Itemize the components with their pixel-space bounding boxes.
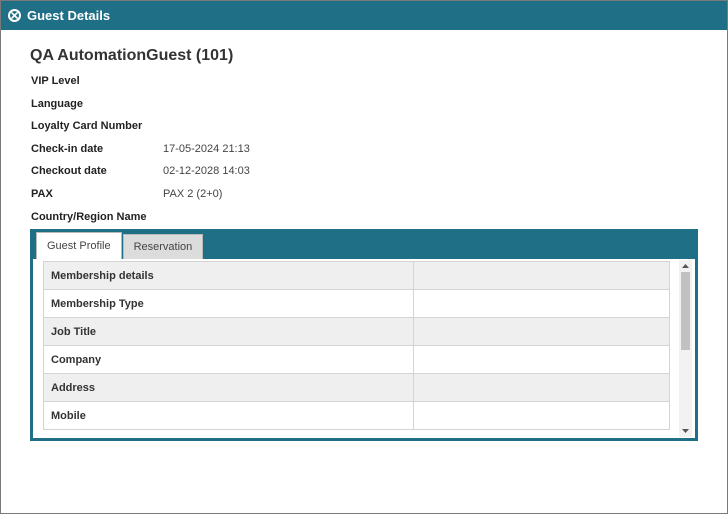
row-value: [413, 345, 670, 374]
detail-label: VIP Level: [31, 75, 80, 87]
tab-guest-profile[interactable]: Guest Profile: [36, 232, 122, 259]
detail-row-pax: PAX PAX 2 (2+0): [30, 183, 698, 206]
detail-label: Loyalty Card Number: [31, 120, 143, 133]
profile-table-scroll-area: Membership details Membership Type Job T…: [43, 261, 670, 438]
row-value: [413, 317, 670, 346]
scroll-down-arrow-icon[interactable]: [679, 425, 692, 437]
detail-label: Country/Region Name: [31, 210, 147, 223]
table-row: Job Title: [43, 317, 670, 346]
row-value: [413, 373, 670, 402]
detail-value: 17-05-2024 21:13: [163, 142, 250, 155]
detail-label: Language: [31, 97, 83, 110]
row-value: [413, 289, 670, 318]
close-circle-icon[interactable]: [8, 9, 21, 22]
detail-row-loyalty-card-number: Loyalty Card Number: [30, 115, 698, 138]
detail-row-vip-level: VIP Level: [30, 70, 698, 93]
detail-label: Checkout date: [31, 165, 107, 178]
detail-value: 02-12-2028 14:03: [163, 165, 250, 178]
detail-row-country-region-name: Country/Region Name: [30, 206, 698, 229]
detail-row-language: Language: [30, 93, 698, 116]
vertical-scrollbar[interactable]: [679, 260, 692, 437]
guest-summary: QA AutomationGuest (101) VIP Level Langu…: [1, 46, 727, 228]
row-value: [413, 401, 670, 430]
row-label: Mobile: [43, 401, 414, 430]
dialog-title: Guest Details: [27, 8, 111, 23]
row-label: Address: [43, 373, 414, 402]
guest-profile-panel: Membership details Membership Type Job T…: [33, 259, 695, 438]
scrollbar-thumb[interactable]: [681, 272, 690, 350]
row-label: Membership details: [43, 261, 414, 290]
detail-label: PAX: [31, 187, 53, 200]
row-label: Company: [43, 345, 414, 374]
table-row: Address: [43, 373, 670, 402]
table-row: Company: [43, 345, 670, 374]
row-value: [413, 261, 670, 290]
detail-row-checkout-date: Checkout date 02-12-2028 14:03: [30, 160, 698, 183]
detail-row-check-in-date: Check-in date 17-05-2024 21:13: [30, 138, 698, 161]
tab-panel: Guest Profile Reservation Membership det…: [30, 229, 698, 441]
guest-name-heading: QA AutomationGuest (101): [30, 47, 234, 64]
row-label: Job Title: [43, 317, 414, 346]
row-label: Membership Type: [43, 289, 414, 318]
profile-table: Membership details Membership Type Job T…: [43, 261, 670, 430]
tab-reservation[interactable]: Reservation: [122, 234, 204, 259]
dialog-titlebar: Guest Details: [1, 1, 727, 30]
detail-label: Check-in date: [31, 142, 104, 155]
table-row: Membership details: [43, 261, 670, 290]
scroll-up-arrow-icon[interactable]: [679, 260, 692, 272]
detail-value: PAX 2 (2+0): [163, 187, 223, 200]
table-row: Mobile: [43, 401, 670, 430]
tab-strip: Guest Profile Reservation: [33, 229, 695, 259]
guest-details-dialog: Guest Details QA AutomationGuest (101) V…: [0, 0, 728, 514]
table-row: Membership Type: [43, 289, 670, 318]
